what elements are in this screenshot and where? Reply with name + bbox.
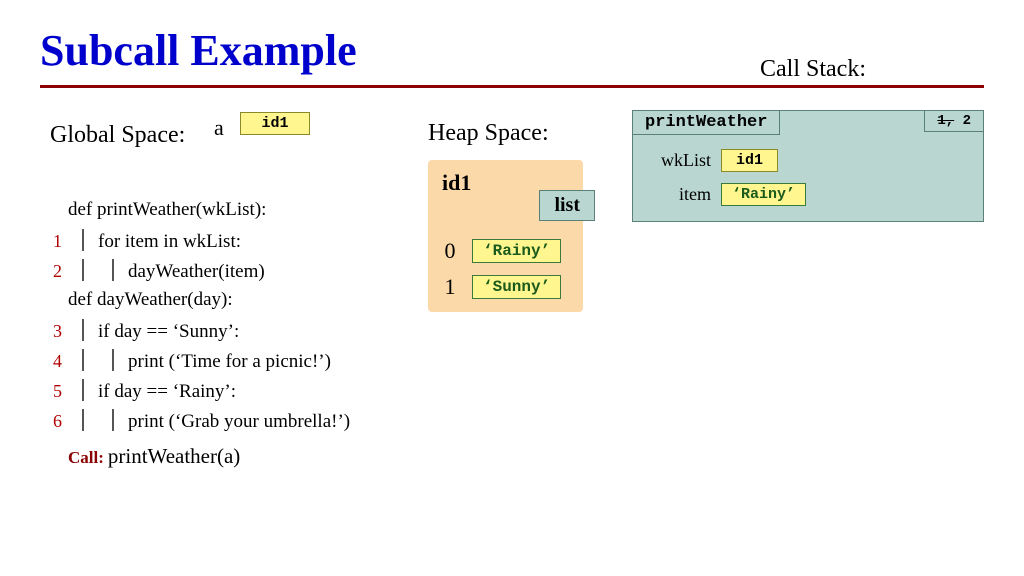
indent-bar (82, 379, 84, 401)
line-num-3: 3 (40, 316, 62, 346)
global-space-label: Global Space: (50, 122, 185, 149)
frame-var-item: item ‘Rainy’ (653, 183, 806, 206)
heap-row-1: 1 ‘Sunny’ (436, 274, 575, 300)
heap-value: ‘Sunny’ (472, 275, 561, 299)
indent-bar (82, 229, 84, 251)
code-line-6: print (‘Grab your umbrella!’) (128, 407, 350, 437)
indent-bar (112, 409, 114, 431)
call-expression: printWeather(a) (108, 441, 240, 471)
stack-frame-printweather: printWeather 1, 2 wkList id1 item ‘Rainy… (632, 110, 984, 222)
code-line-2: dayWeather(item) (128, 257, 265, 287)
indent-bar (112, 349, 114, 371)
code-def-dayweather: def dayWeather(day): (68, 285, 233, 315)
line-num-5: 5 (40, 376, 62, 406)
global-var-a-value: id1 (240, 112, 310, 135)
frame-var-wklist: wkList id1 (653, 149, 778, 172)
indent-bar (82, 259, 84, 281)
line-num-6: 6 (40, 406, 62, 436)
code-line-5: if day == ‘Rainy’: (98, 377, 236, 407)
pc-struck: 1, (937, 113, 954, 129)
heap-object-type: list (539, 190, 595, 221)
frame-name: printWeather (632, 110, 780, 135)
call-stack-label: Call Stack: (760, 56, 866, 83)
line-num-2: 2 (40, 256, 62, 286)
title-underline (40, 85, 984, 88)
heap-value: ‘Rainy’ (472, 239, 561, 263)
global-var-a-name: a (214, 115, 224, 141)
frame-var-value: ‘Rainy’ (721, 183, 806, 206)
code-line-1: for item in wkList: (98, 227, 241, 257)
code-line-3: if day == ‘Sunny’: (98, 317, 239, 347)
line-num-4: 4 (40, 346, 62, 376)
indent-bar (82, 409, 84, 431)
heap-object-id1: id1 list 0 ‘Rainy’ 1 ‘Sunny’ (428, 160, 583, 312)
indent-bar (112, 259, 114, 281)
indent-bar (82, 319, 84, 341)
heap-index: 1 (436, 274, 464, 300)
frame-var-name: wkList (653, 150, 711, 171)
code-block: def printWeather(wkList): 1 for item in w… (40, 195, 350, 471)
indent-bar (82, 349, 84, 371)
heap-space-label: Heap Space: (428, 120, 549, 147)
call-label: Call: (68, 443, 104, 473)
frame-var-name: item (653, 184, 711, 205)
heap-row-0: 0 ‘Rainy’ (436, 238, 575, 264)
line-num-1: 1 (40, 226, 62, 256)
slide-title: Subcall Example (40, 25, 357, 76)
frame-program-counter: 1, 2 (924, 110, 984, 132)
heap-index: 0 (436, 238, 464, 264)
code-def-printweather: def printWeather(wkList): (68, 195, 266, 225)
code-line-4: print (‘Time for a picnic!’) (128, 347, 331, 377)
frame-var-value: id1 (721, 149, 778, 172)
pc-current: 2 (954, 113, 971, 129)
